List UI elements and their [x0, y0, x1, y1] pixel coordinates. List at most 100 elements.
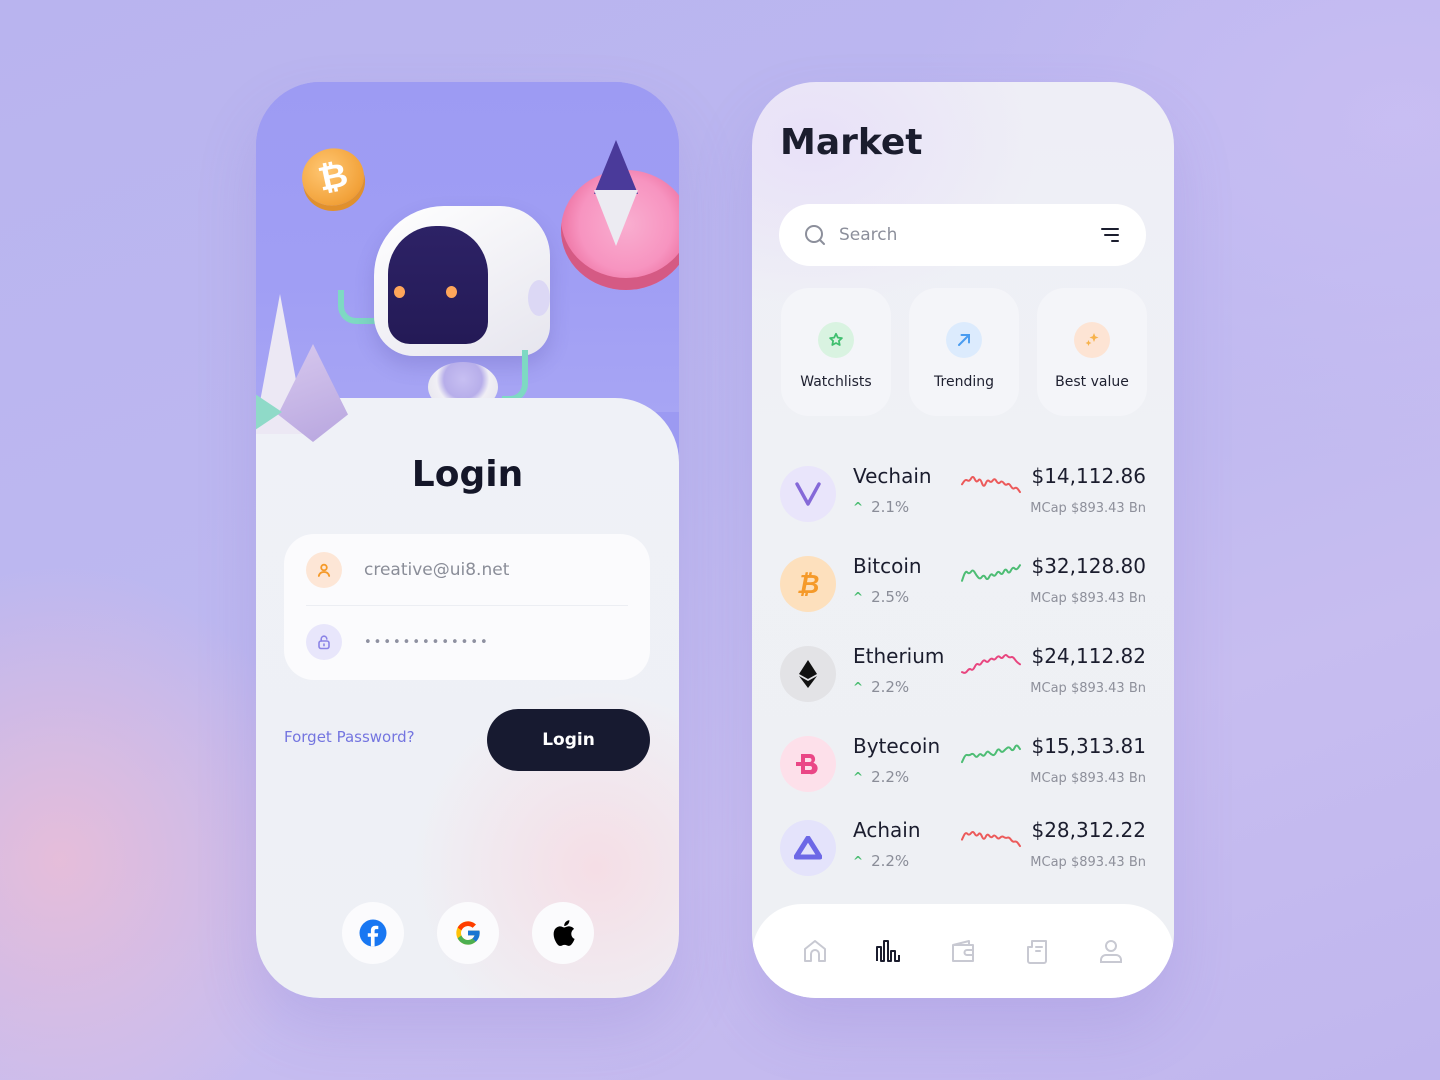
page-title: Market [780, 122, 923, 163]
facebook-icon [359, 919, 387, 947]
coin-change: ^ 2.2% [853, 768, 909, 786]
coin-name: Bitcoin [853, 554, 922, 578]
coin-price: $32,128.80 [1031, 554, 1146, 578]
coin-name: Etherium [853, 644, 945, 668]
search-bar [779, 204, 1146, 266]
coin-change: ^ 2.1% [853, 498, 909, 516]
social-login-row [342, 902, 594, 964]
password-row [306, 606, 628, 678]
category-row: Watchlists Trending Best value [781, 288, 1147, 416]
caret-up-icon: ^ [853, 770, 864, 784]
nav-market[interactable] [869, 931, 909, 971]
robot-ear [528, 280, 550, 316]
google-icon [456, 921, 480, 945]
coin-change-value: 2.2% [871, 678, 910, 696]
robot-eye-right [446, 286, 457, 298]
sparkline [961, 476, 1021, 494]
market-screen: Market Watchlists [752, 82, 1174, 998]
bitcoin-icon: ₿ [780, 556, 836, 612]
coin-mcap: MCap $893.43 Bn [1030, 771, 1146, 786]
coin-change-value: 2.1% [871, 498, 910, 516]
robot-arm-right [502, 350, 528, 402]
category-label: Watchlists [800, 374, 872, 390]
password-input[interactable] [364, 634, 604, 650]
coin-price: $28,312.22 [1031, 818, 1146, 842]
vechain-icon [780, 466, 836, 522]
coin-change-value: 2.2% [871, 768, 910, 786]
search-input[interactable] [839, 225, 1079, 245]
coin-row-bitcoin[interactable]: ₿ Bitcoin ^ 2.5% $32,128.80 MCap $893.43 … [780, 554, 1146, 624]
ethereum-icon [780, 646, 836, 702]
bytecoin-icon [780, 736, 836, 792]
coin-name: Bytecoin [853, 734, 941, 758]
email-input[interactable] [364, 559, 604, 580]
nav-home[interactable] [795, 931, 835, 971]
facebook-login-button[interactable] [342, 902, 404, 964]
filter-icon [1101, 228, 1119, 242]
star-icon [818, 322, 854, 358]
credentials-card [284, 534, 650, 680]
profile-icon [1100, 940, 1122, 963]
coin-change: ^ 2.2% [853, 852, 909, 870]
document-icon [1027, 940, 1047, 964]
sparkline-path [961, 564, 1021, 582]
login-button[interactable]: Login [487, 709, 650, 771]
coin-change-value: 2.2% [871, 852, 910, 870]
ethereum-crystal-top [594, 140, 638, 194]
user-icon [306, 551, 342, 588]
robot-face [388, 226, 488, 344]
category-watchlists[interactable]: Watchlists [781, 288, 891, 416]
home-icon [804, 940, 826, 962]
sparkline [961, 654, 1021, 674]
apple-icon [553, 920, 575, 946]
forgot-password-link[interactable]: Forget Password? [284, 728, 415, 746]
caret-up-icon: ^ [853, 854, 864, 868]
apple-login-button[interactable] [532, 902, 594, 964]
coin-mcap: MCap $893.43 Bn [1030, 591, 1146, 606]
coin-price: $15,313.81 [1031, 734, 1146, 758]
coin-mcap: MCap $893.43 Bn [1030, 681, 1146, 696]
email-row [306, 534, 628, 606]
coin-change: ^ 2.5% [853, 588, 909, 606]
sparkline [961, 830, 1021, 848]
bitcoin-symbol: ₿ [314, 155, 352, 199]
login-title: Login [411, 454, 524, 495]
google-login-button[interactable] [437, 902, 499, 964]
caret-up-icon: ^ [853, 680, 864, 694]
filter-button[interactable] [1098, 223, 1122, 247]
nav-profile[interactable] [1091, 931, 1131, 971]
coin-row-bytecoin[interactable]: Bytecoin ^ 2.2% $15,313.81 MCap $893.43 B… [780, 734, 1146, 804]
category-best-value[interactable]: Best value [1037, 288, 1147, 416]
coin-mcap: MCap $893.43 Bn [1030, 501, 1146, 516]
coin-name: Vechain [853, 464, 932, 488]
nav-wallet[interactable] [943, 931, 983, 971]
achain-icon [780, 820, 836, 876]
coin-row-achain[interactable]: Achain ^ 2.2% $28,312.22 MCap $893.43 Bn [780, 818, 1146, 888]
coin-mcap: MCap $893.43 Bn [1030, 855, 1146, 870]
category-label: Trending [934, 374, 994, 390]
bitcoin-coin-icon: ₿ [296, 142, 370, 212]
coin-price: $24,112.82 [1031, 644, 1146, 668]
bitcoin-symbol: ₿ [796, 569, 820, 600]
coin-price: $14,112.86 [1031, 464, 1146, 488]
ethereum-crystal-bottom [594, 190, 638, 246]
login-screen: ₿ Login creative@ui8.net ••••••••••••• F… [256, 82, 679, 998]
coin-row-etherium[interactable]: Etherium ^ 2.2% $24,112.82 MCap $893.43 B… [780, 644, 1146, 714]
sparkline [961, 744, 1021, 764]
bottom-nav [752, 904, 1174, 998]
coin-change: ^ 2.2% [853, 678, 909, 696]
sparkline-path [961, 476, 1021, 494]
coin-name: Achain [853, 818, 921, 842]
arrow-up-right-icon [946, 322, 982, 358]
coin-row-vechain[interactable]: Vechain ^ 2.1% $14,112.86 MCap $893.43 Bn [780, 464, 1146, 534]
robot-eye-left [394, 286, 405, 298]
nav-documents[interactable] [1017, 931, 1057, 971]
coin-change-value: 2.5% [871, 588, 910, 606]
search-icon [803, 223, 827, 247]
category-trending[interactable]: Trending [909, 288, 1019, 416]
sparkline-path [961, 654, 1021, 674]
caret-up-icon: ^ [853, 500, 864, 514]
category-label: Best value [1055, 374, 1129, 390]
sparkline-path [961, 830, 1021, 848]
lock-icon [306, 624, 342, 660]
